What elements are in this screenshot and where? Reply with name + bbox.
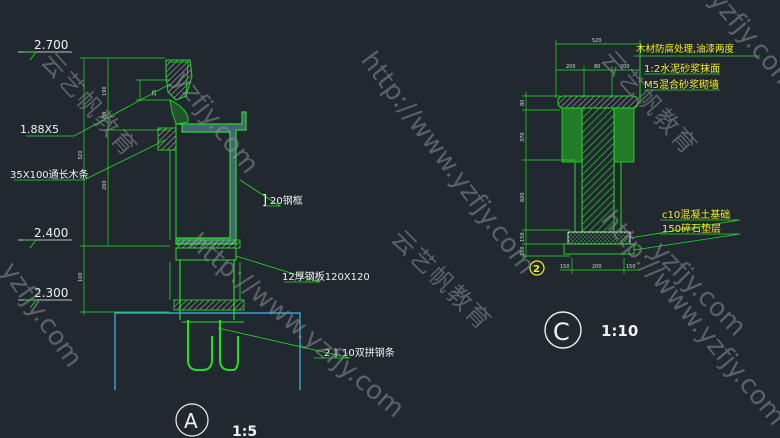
level-marker-2400: 2.400 <box>18 226 72 249</box>
cad-drawing: 2.700 2.400 2.300 190 25 80 320 200 100 … <box>0 0 780 438</box>
detail-marker-a: A 1:5 <box>175 403 257 438</box>
level-label-2700: 2.700 <box>34 38 68 52</box>
label-timber-strip: 35X100通长木条 <box>10 168 89 181</box>
timber-strip <box>157 127 177 151</box>
watermark-url-lower: http://www.yzfjy.com <box>184 227 410 424</box>
scale-label-a: 1:5 <box>232 424 257 438</box>
label-steel-plate: 12厚钢板120X120 <box>282 270 370 283</box>
dim-100: 100 <box>78 272 84 282</box>
watermark-url-center: http://www.yzfjy.com <box>354 46 541 280</box>
label-fillet: 1.88X5 <box>20 123 59 136</box>
dim-600: 600 <box>520 192 526 202</box>
watermark-brand-center: 云艺帆教育 <box>386 224 498 336</box>
svg-text:C: C <box>553 318 570 346</box>
svg-text:A: A <box>184 409 198 433</box>
dim-370: 370 <box>520 132 526 142</box>
watermark-brand-left: 云艺帆教育 <box>36 47 144 162</box>
watermark-url-right: http://www.yzfjy.com <box>595 205 780 431</box>
dim-200-bottom: 200 <box>592 264 602 270</box>
level-label-2400: 2.400 <box>34 226 68 240</box>
watermark-fragment-left: yzfjy.com <box>0 257 88 373</box>
dim-190: 190 <box>102 86 108 96</box>
label-steel-channel: 20钢框 <box>270 194 303 207</box>
dim-200-left: 200 <box>566 64 576 70</box>
dim-520: 520 <box>592 38 602 44</box>
double-channel-bracket <box>182 320 244 371</box>
mortar-right <box>613 107 635 163</box>
dim-150-bl: 150 <box>560 264 570 270</box>
svg-text:]: ] <box>262 193 267 208</box>
label-concrete-base: c10混凝土基础 <box>662 208 730 221</box>
scale-label-c: 1:10 <box>601 322 638 340</box>
detail-marker-c: C 1:10 <box>544 311 638 349</box>
mortar-left <box>561 107 583 163</box>
dim-80-cap: 80 <box>520 100 526 106</box>
cad-viewport[interactable]: 2.700 2.400 2.300 190 25 80 320 200 100 … <box>0 0 780 438</box>
dim-320: 320 <box>78 150 84 160</box>
label-wood-cap: 木材防腐处理,油漆两度 <box>636 43 735 55</box>
label-gravel-bed: 150碎石垫层 <box>662 222 721 235</box>
dim-200: 200 <box>102 180 108 190</box>
label-mortar-finish: 1:2水泥砂浆抹面 <box>644 62 720 75</box>
